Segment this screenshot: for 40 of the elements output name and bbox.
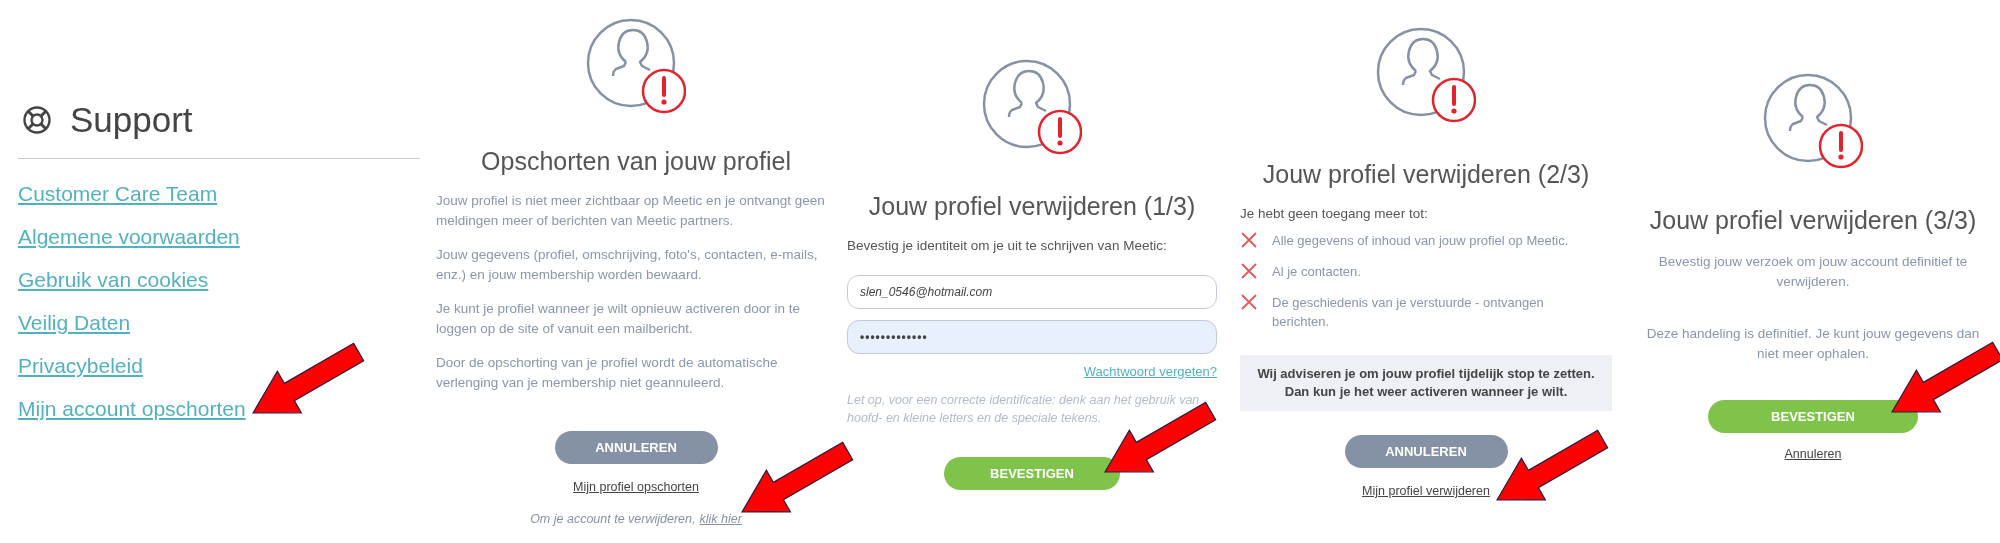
screen-title: Jouw profiel verwijderen (1/3) bbox=[867, 191, 1197, 222]
delete-account-link[interactable]: klik hier bbox=[699, 512, 742, 526]
info-paragraph: Bevestig jouw verzoek om jouw account definitief te verwijderen. bbox=[1657, 253, 1969, 291]
support-link[interactable]: Algemene voorwaarden bbox=[18, 224, 240, 249]
cross-icon bbox=[1240, 262, 1258, 280]
screen-title: Jouw profiel verwijderen (2/3) bbox=[1261, 159, 1591, 190]
confirm-button[interactable]: BEVESTIGEN bbox=[1708, 400, 1918, 433]
support-link[interactable]: Veilig Daten bbox=[18, 310, 131, 335]
intro-text: Je hebt geen toegang meer tot: bbox=[1240, 206, 1429, 221]
support-link[interactable]: Mijn account opschorten bbox=[18, 396, 246, 421]
screen-title: Jouw profiel verwijderen (3/3) bbox=[1648, 205, 1978, 236]
advice-box: Wij adviseren je om jouw profiel tijdelijk stop te zetten. Dan kun je het weer activeren wanneer je wilt. bbox=[1240, 355, 1612, 411]
info-paragraph: Jouw gegevens (profiel, omschrijving, foto's, contacten, e-mails, enz.) en jouw membership worden bewaard. bbox=[436, 246, 819, 284]
info-paragraph: Door de opschorting van je profiel wordt de automatische verlenging van je membership niet geannuleerd. bbox=[436, 354, 779, 392]
password-field[interactable]: ••••••••••••• bbox=[847, 320, 1217, 354]
support-link[interactable]: Gebruik van cookies bbox=[18, 267, 209, 292]
support-heading: Support bbox=[70, 100, 193, 140]
support-link[interactable]: Customer Care Team bbox=[18, 181, 218, 206]
forgot-password-link[interactable]: Wachtwoord vergeten? bbox=[1083, 364, 1217, 379]
cancel-button[interactable]: ANNULEREN bbox=[1344, 435, 1508, 468]
delete-profile-link[interactable]: Mijn profiel verwijderen bbox=[1362, 484, 1490, 498]
hint-text: Let op, voor een correcte identificatie: denk aan het gebruik van hoofd- en kleine letters en de speciale tekens. bbox=[847, 392, 1201, 427]
confirm-button[interactable]: BEVESTIGEN bbox=[944, 457, 1120, 490]
support-link[interactable]: Privacybeleid bbox=[18, 353, 143, 378]
cross-icon bbox=[1240, 293, 1258, 311]
delete-note: Om je account te verwijderen, bbox=[530, 512, 696, 526]
screen-title: Opschorten van jouw profiel bbox=[480, 146, 792, 177]
cancel-button[interactable]: ANNULEREN bbox=[554, 431, 718, 464]
info-paragraph: Deze handeling is definitief. Je kunt jouw gegevens dan niet meer ophalen. bbox=[1645, 325, 1981, 363]
lost-item: Alle gegevens of inhoud van jouw profiel op Meetic. bbox=[1272, 232, 1569, 250]
email-field[interactable]: slen_0546@hotmail.com bbox=[847, 275, 1217, 309]
lost-item: De geschiedenis van je verstuurde - ontvangen berichten. bbox=[1272, 294, 1545, 331]
info-paragraph: Je kunt je profiel wanneer je wilt opnieuw activeren door in te loggen op de site of vanuit een mailbericht. bbox=[436, 300, 801, 338]
instruction-text: Bevestig je identiteit om je uit te schrijven van Meetic: bbox=[847, 238, 1168, 253]
info-paragraph: Jouw profiel is niet meer zichtbaar op Meetic en je ontvangt geen meldingen meer of berichten van Meetic partners. bbox=[436, 192, 826, 230]
suspend-profile-link[interactable]: Mijn profiel opschorten bbox=[573, 480, 699, 494]
lost-item: Al je contacten. bbox=[1272, 263, 1361, 281]
lifebuoy-icon bbox=[22, 105, 52, 135]
cross-icon bbox=[1240, 231, 1258, 249]
cancel-link[interactable]: Annuleren bbox=[1784, 447, 1842, 461]
